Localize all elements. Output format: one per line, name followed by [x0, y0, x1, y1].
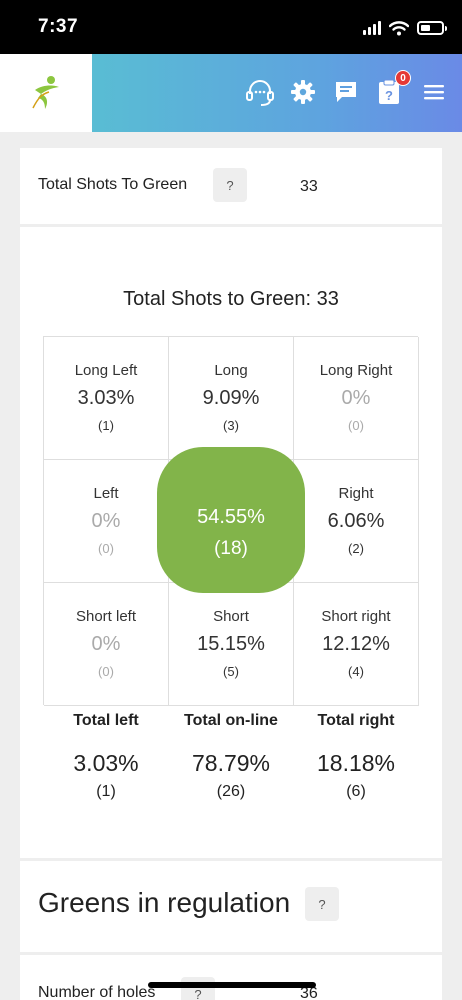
battery-icon: [417, 21, 447, 35]
cell-count: (0): [348, 418, 364, 433]
chart-title: Total Shots to Green: 33: [123, 288, 339, 310]
total-right: Total right 18.18% (6): [293, 709, 419, 801]
cell-long-right: Long Right 0% (0): [294, 337, 419, 460]
cell-long-left: Long Left 3.03% (1): [44, 337, 169, 460]
cell-count: (0): [98, 541, 114, 556]
cell-percent: 0%: [91, 633, 121, 655]
total-label: Total right: [317, 712, 395, 729]
holes-row-label: Number of holes: [38, 984, 156, 1000]
section-title: Greens in regulation: [38, 887, 291, 918]
support-headset-icon[interactable]: [244, 76, 276, 108]
gear-icon[interactable]: [287, 76, 319, 108]
shots-to-green-row: Total Shots To Green ? 33: [20, 148, 442, 224]
total-left: Total left 3.03% (1): [43, 709, 169, 801]
cell-label: Short right: [321, 608, 391, 625]
cell-percent: 15.15%: [197, 633, 265, 655]
cell-label: Short left: [75, 608, 137, 625]
cell-label: Short: [213, 608, 249, 625]
home-indicator: [148, 982, 316, 988]
total-count: (6): [346, 783, 366, 800]
cell-count: (1): [98, 418, 114, 433]
center-count: (18): [214, 538, 248, 559]
cell-count: (2): [348, 541, 364, 556]
cell-label: Right: [338, 485, 374, 502]
chat-icon[interactable]: [330, 76, 362, 108]
cell-label: Long Right: [319, 362, 393, 379]
cell-count: (3): [223, 418, 239, 433]
cell-label: Long Left: [74, 362, 138, 379]
notification-badge: 0: [395, 70, 411, 86]
cell-right: Right 6.06% (2): [294, 460, 419, 583]
shot-direction-card: Total Shots to Green: 33 Long Left 3.03%…: [20, 227, 442, 858]
total-percent: 78.79%: [191, 750, 270, 776]
cell-percent: 0%: [341, 387, 371, 409]
svg-text:?: ?: [385, 88, 393, 103]
center-percent: 54.55%: [197, 506, 265, 528]
logo-icon: [32, 76, 59, 109]
greens-in-regulation-card: Greens in regulation ?: [20, 861, 442, 952]
cell-percent: 12.12%: [322, 633, 390, 655]
status-bar: 7:37: [0, 0, 462, 54]
status-time: 7:37: [38, 16, 79, 37]
total-percent: 18.18%: [316, 750, 395, 776]
cell-count: (4): [348, 664, 364, 679]
cell-label: Long: [214, 362, 248, 379]
cell-left: Left 0% (0): [44, 460, 169, 583]
cell-short-right: Short right 12.12% (4): [294, 583, 419, 706]
total-percent: 3.03%: [73, 750, 139, 776]
cell-percent: 3.03%: [77, 387, 135, 409]
cell-short: Short 15.15% (5): [169, 583, 294, 706]
menu-icon[interactable]: [418, 76, 450, 108]
cell-long: Long 9.09% (3): [169, 337, 294, 460]
cell-percent: 9.09%: [202, 387, 260, 409]
shots-row-value: 33: [300, 178, 318, 195]
holes-help-button[interactable]: ?: [181, 977, 215, 1000]
cell-percent: 6.06%: [327, 510, 385, 532]
total-label: Total left: [73, 712, 139, 729]
shots-row-label: Total Shots To Green: [38, 176, 188, 193]
shots-help-button[interactable]: ?: [213, 168, 247, 202]
status-icons: [363, 18, 447, 38]
cell-percent: 0%: [91, 510, 121, 532]
cell-short-left: Short left 0% (0): [44, 583, 169, 706]
app-header: ? 0: [0, 54, 462, 132]
on-target-highlight: 54.55% (18): [157, 447, 305, 593]
cell-count: (5): [223, 664, 239, 679]
total-label: Total on-line: [184, 712, 278, 729]
gir-help-button[interactable]: ?: [305, 887, 339, 921]
help-clipboard-icon[interactable]: ? 0: [373, 70, 411, 108]
total-count: (26): [216, 783, 246, 800]
cell-label: Left: [93, 485, 119, 502]
logo[interactable]: [0, 54, 92, 132]
total-on-line: Total on-line 78.79% (26): [168, 709, 294, 801]
cellular-signal-icon: [363, 21, 381, 35]
total-count: (1): [96, 783, 116, 800]
wifi-icon: [389, 20, 409, 35]
cell-count: (0): [98, 664, 114, 679]
number-of-holes-row: Number of holes ? 36: [20, 955, 442, 1000]
